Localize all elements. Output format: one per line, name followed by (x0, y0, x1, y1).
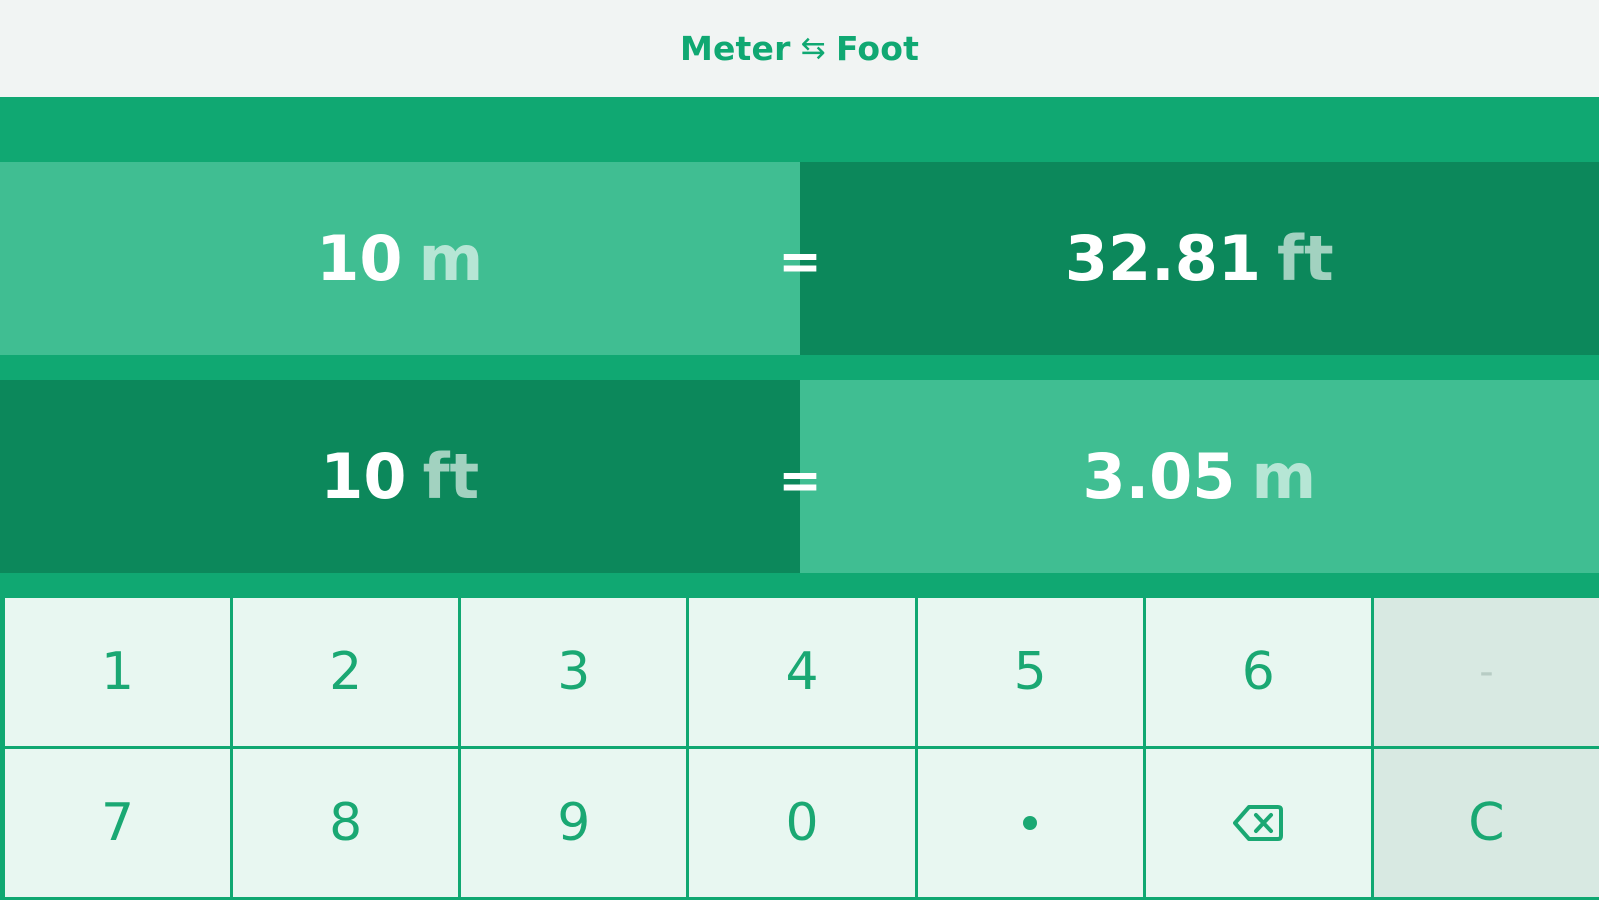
key-4[interactable]: 4 (689, 598, 915, 746)
to-unit-label: Foot (835, 29, 920, 68)
key-2[interactable]: 2 (233, 598, 459, 746)
result-value: 3.05 (1082, 440, 1236, 513)
result-value: 32.81 (1064, 222, 1261, 295)
from-unit-label: Meter (679, 29, 791, 68)
input-unit: m (418, 222, 484, 295)
input-unit: ft (422, 440, 480, 513)
input-value: 10 (320, 440, 407, 513)
key-7[interactable]: 7 (5, 749, 231, 897)
key-1[interactable]: 1 (5, 598, 231, 746)
equals-sign: = (778, 451, 822, 511)
input-cell-feet[interactable]: 10 ft (0, 380, 800, 573)
key-0[interactable]: 0 (689, 749, 915, 897)
minus-key[interactable]: - (1373, 598, 1599, 746)
page-title[interactable]: Meter ⇆ Foot (680, 29, 919, 68)
result-unit: ft (1277, 222, 1334, 295)
top-band (0, 97, 1599, 162)
input-cell-meters[interactable]: 10 m (0, 162, 800, 355)
result-cell-feet[interactable]: 32.81 ft (799, 162, 1599, 355)
key-6[interactable]: 6 (1145, 598, 1371, 746)
key-5[interactable]: 5 (917, 598, 1143, 746)
clear-key[interactable]: C (1373, 749, 1599, 897)
keypad: 1 2 3 4 5 6 - 7 8 9 0 C (0, 595, 1599, 900)
title-bar: Meter ⇆ Foot (0, 0, 1599, 97)
key-3[interactable]: 3 (461, 598, 687, 746)
equals-sign: = (778, 232, 822, 292)
key-8[interactable]: 8 (233, 749, 459, 897)
result-unit: m (1251, 440, 1317, 513)
key-9[interactable]: 9 (461, 749, 687, 897)
backspace-key[interactable] (1145, 749, 1371, 897)
swap-icon: ⇆ (800, 30, 826, 66)
result-cell-meters[interactable]: 3.05 m (799, 380, 1599, 573)
decimal-key[interactable] (917, 749, 1143, 897)
decimal-point-icon (1023, 816, 1038, 830)
input-value: 10 (316, 222, 403, 295)
backspace-icon (1233, 805, 1284, 841)
